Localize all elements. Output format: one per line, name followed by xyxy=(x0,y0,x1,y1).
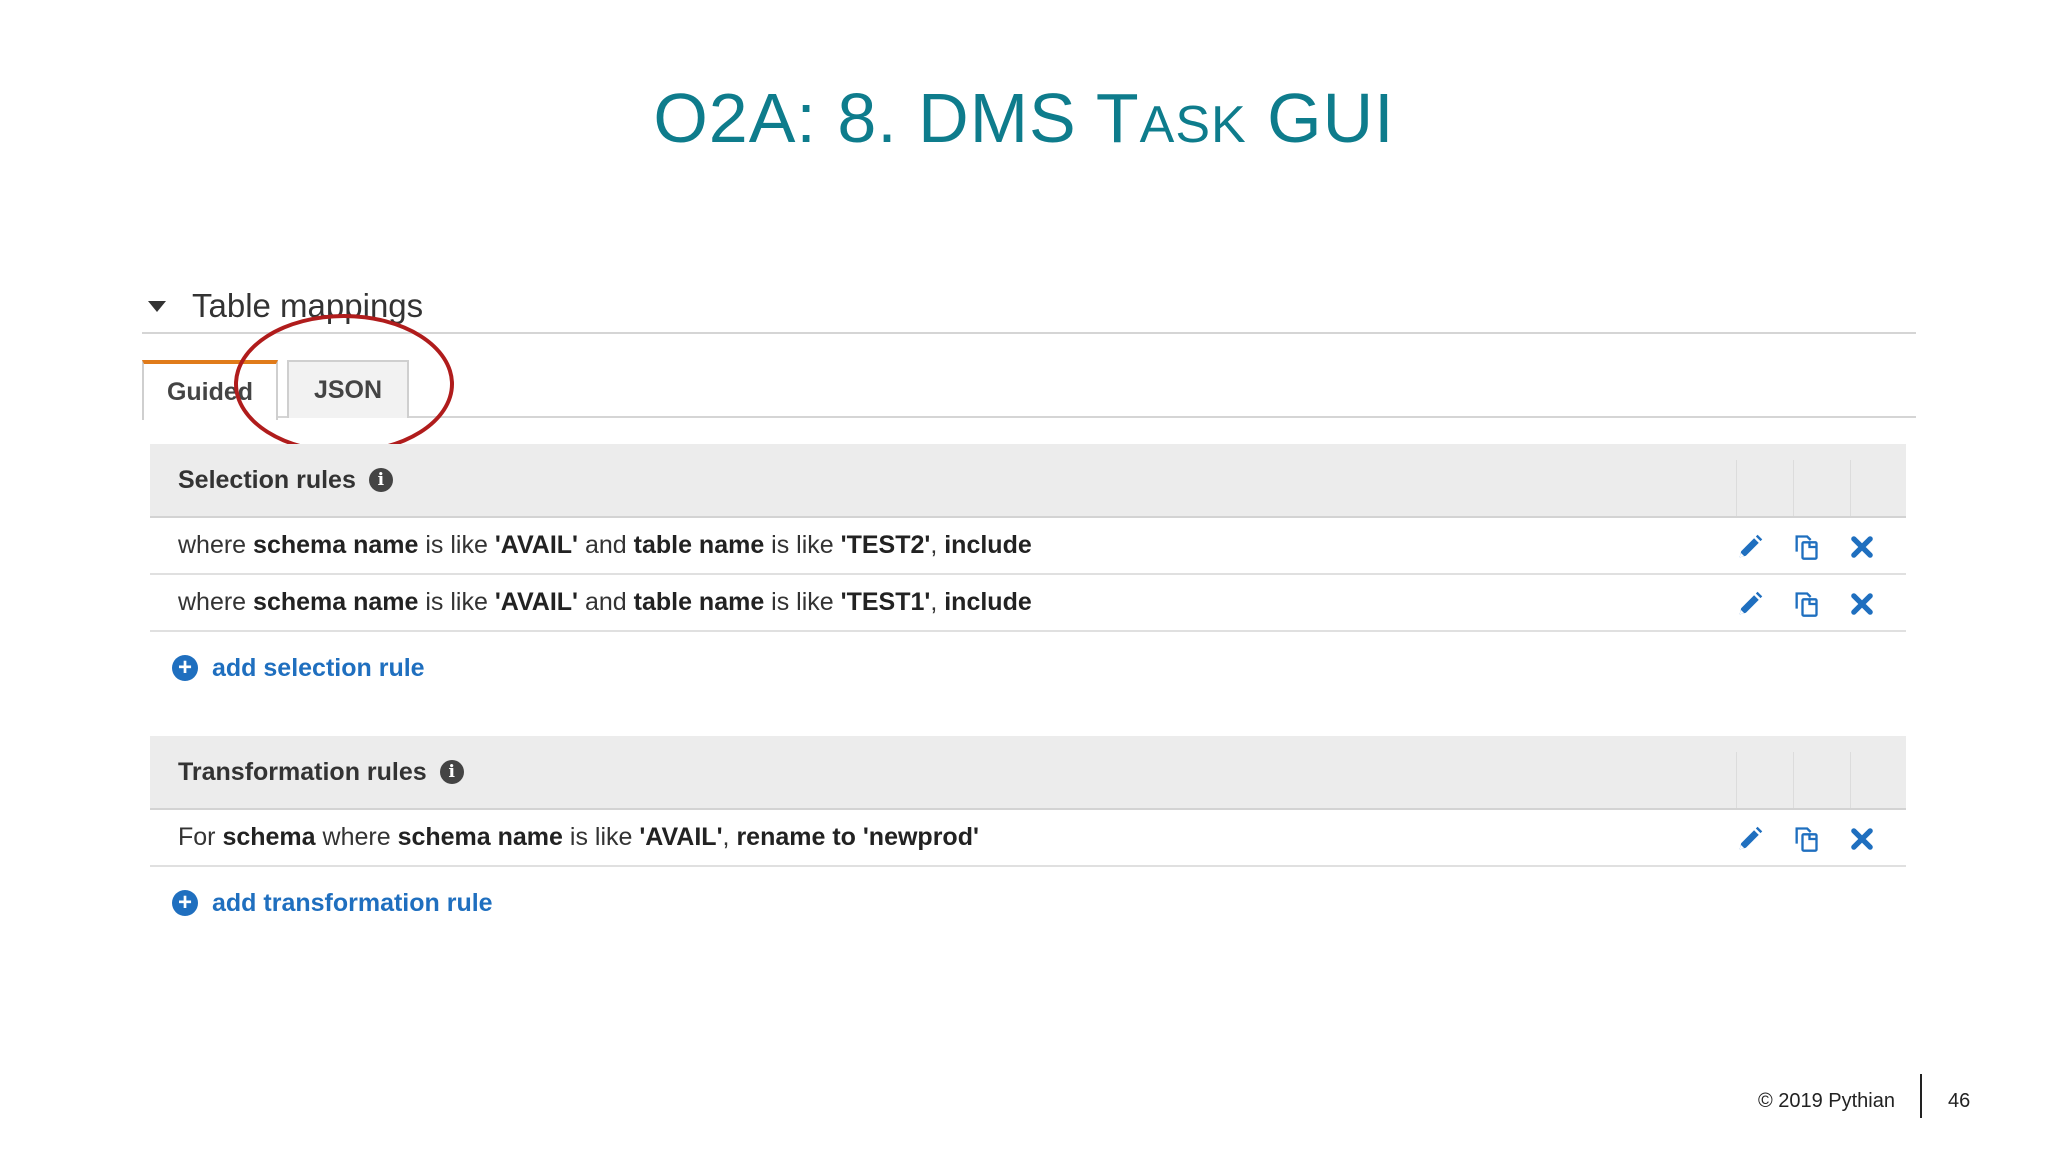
rule-text: where schema name is like 'AVAIL' and ta… xyxy=(178,588,1032,616)
close-icon[interactable] xyxy=(1846,823,1878,855)
tab-guided[interactable]: Guided xyxy=(142,360,278,420)
add-selection-rule-link[interactable]: + add selection rule xyxy=(150,632,1906,704)
selection-rules-header: Selection rules i xyxy=(150,444,1906,518)
transformation-rules-title: Transformation rules xyxy=(178,757,427,786)
column-divider xyxy=(1850,460,1851,516)
slide-title-suffix: GUI xyxy=(1246,79,1395,157)
tab-json[interactable]: JSON xyxy=(287,360,409,418)
rule-text: For schema where schema name is like 'AV… xyxy=(178,823,979,851)
row-actions xyxy=(1710,810,1878,867)
rule-text: where schema name is like 'AVAIL' and ta… xyxy=(178,531,1032,559)
caret-down-icon[interactable] xyxy=(148,300,166,312)
column-divider xyxy=(1850,752,1851,808)
close-icon[interactable] xyxy=(1846,531,1878,563)
add-transformation-rule-link[interactable]: + add transformation rule xyxy=(150,867,1906,939)
selection-rules-title: Selection rules xyxy=(178,465,356,494)
transformation-rules-header: Transformation rules i xyxy=(150,736,1906,810)
pencil-icon[interactable] xyxy=(1734,531,1766,563)
footer-copyright: © 2019 Pythian xyxy=(1757,1089,1895,1112)
copy-icon[interactable] xyxy=(1790,588,1822,620)
plus-circle-icon: + xyxy=(172,655,198,681)
slide-title-smallcaps: ASK xyxy=(1139,96,1247,154)
page-number: 46 xyxy=(1948,1089,1971,1112)
slide-title-prefix: O2A: 8. DMS T xyxy=(653,79,1140,157)
column-divider xyxy=(1736,752,1737,808)
add-transformation-rule-label: add transformation rule xyxy=(212,888,493,917)
row-actions xyxy=(1710,575,1878,632)
transformation-rules-panel: Transformation rules i For schema where … xyxy=(150,736,1906,939)
column-divider xyxy=(1736,460,1737,516)
info-icon[interactable]: i xyxy=(439,760,464,784)
info-icon[interactable]: i xyxy=(368,468,393,492)
close-icon[interactable] xyxy=(1846,588,1878,620)
transformation-rule-row: For schema where schema name is like 'AV… xyxy=(150,810,1906,867)
footer-divider xyxy=(1920,1074,1922,1118)
mapping-tabs: Guided JSON xyxy=(142,360,1916,420)
slide-title: O2A: 8. DMS TASK GUI xyxy=(0,78,2048,158)
section-title: Table mappings xyxy=(192,287,424,324)
row-actions xyxy=(1710,518,1878,575)
pencil-icon[interactable] xyxy=(1734,823,1766,855)
selection-rules-panel: Selection rules i where schema name is l… xyxy=(150,444,1906,704)
column-divider xyxy=(1793,752,1794,808)
column-divider xyxy=(1793,460,1794,516)
pencil-icon[interactable] xyxy=(1734,588,1766,620)
selection-rule-row: where schema name is like 'AVAIL' and ta… xyxy=(150,575,1906,632)
copy-icon[interactable] xyxy=(1790,531,1822,563)
add-selection-rule-label: add selection rule xyxy=(212,653,425,682)
plus-circle-icon: + xyxy=(172,890,198,916)
selection-rule-row: where schema name is like 'AVAIL' and ta… xyxy=(150,518,1906,575)
copy-icon[interactable] xyxy=(1790,823,1822,855)
table-mappings-header[interactable]: Table mappings xyxy=(142,280,1916,334)
